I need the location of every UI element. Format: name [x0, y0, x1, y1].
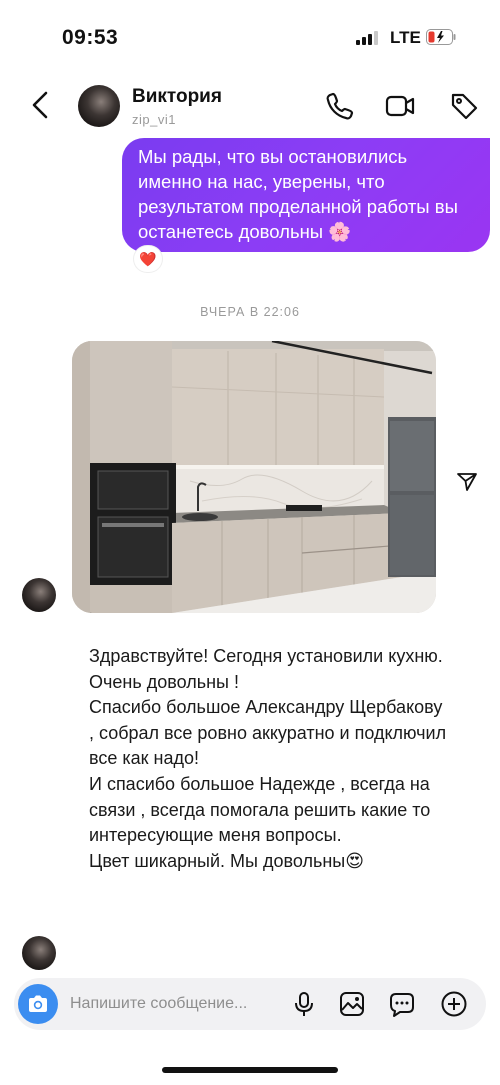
contact-name[interactable]: Виктория: [132, 86, 222, 108]
outgoing-message-bubble[interactable]: Мы рады, что вы остановились именно на н…: [122, 138, 490, 252]
signal-bars-icon: [356, 31, 380, 45]
camera-icon: [29, 995, 47, 1012]
kitchen-photo-message[interactable]: [72, 341, 436, 613]
network-type: LTE: [390, 28, 421, 47]
image-gallery-icon[interactable]: [338, 990, 366, 1018]
battery-charging-icon: [426, 29, 456, 45]
tag-icon[interactable]: [448, 90, 480, 122]
incoming-message-text[interactable]: Здравствуйте! Сегодня установили кухню. …: [89, 644, 449, 874]
video-camera-icon[interactable]: [384, 90, 416, 122]
camera-button[interactable]: [18, 984, 58, 1024]
home-indicator[interactable]: [162, 1067, 338, 1073]
back-chevron-icon[interactable]: [28, 90, 54, 120]
outgoing-message-text: Мы рады, что вы остановились именно на н…: [138, 146, 464, 242]
sender-avatar[interactable]: [22, 936, 56, 970]
share-send-icon[interactable]: [456, 470, 478, 492]
message-composer: [14, 978, 486, 1030]
message-timestamp: ВЧЕРА В 22:06: [200, 305, 300, 319]
avatar[interactable]: [78, 85, 120, 127]
message-input[interactable]: [70, 992, 280, 1016]
kitchen-photo-image: [72, 341, 436, 613]
phone-icon[interactable]: [324, 90, 356, 122]
status-time: 09:53: [62, 26, 119, 49]
microphone-icon[interactable]: [290, 990, 318, 1018]
contact-username: zip_vi1: [132, 112, 176, 127]
status-bar: 09:53 LTE: [0, 0, 500, 70]
sender-avatar[interactable]: [22, 578, 56, 612]
chat-header: Виктория zip_vi1: [0, 70, 500, 140]
plus-circle-icon[interactable]: [440, 990, 468, 1018]
heart-reaction[interactable]: ❤️: [134, 246, 162, 272]
sticker-chat-icon[interactable]: [388, 990, 416, 1018]
